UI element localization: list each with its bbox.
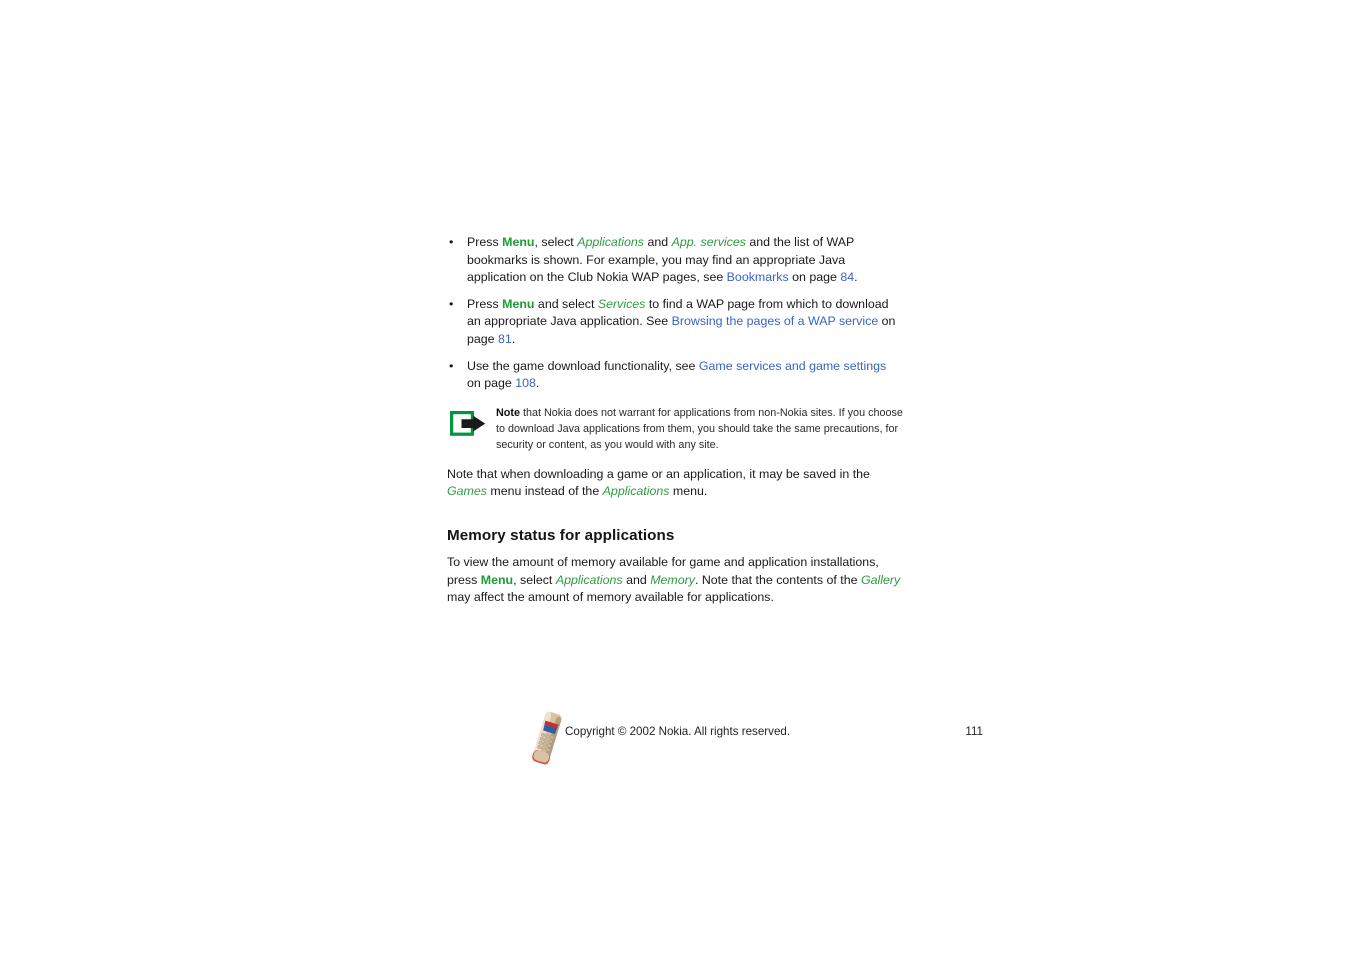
list-item-text: Use the game download functionality, see… [467, 359, 886, 391]
note-callout: Note that Nokia does not warrant for app… [447, 405, 903, 453]
page-footer: Copyright © 2002 Nokia. All rights reser… [447, 706, 983, 768]
list-item: • Use the game download functionality, s… [447, 358, 903, 393]
manual-page: • Press Menu, select Applications and Ap… [0, 0, 1351, 954]
text-run-text: may affect the amount of memory availabl… [447, 590, 774, 605]
text-run-text: , select [534, 235, 578, 249]
note-arrow-icon [450, 410, 488, 437]
text-run-term: Memory [650, 572, 695, 587]
list-item: • Press Menu and select Services to find… [447, 296, 903, 349]
page-number: 111 [965, 725, 983, 738]
text-run-text: and select [534, 296, 598, 311]
list-item-text: Press Menu, select Applications and App.… [467, 235, 858, 284]
text-run-text: Press [467, 235, 503, 249]
bullet-marker: • [449, 235, 454, 249]
text-run-text: on page [467, 376, 516, 391]
text-run-pagenum: 108 [515, 376, 536, 391]
list-item: • Press Menu, select Applications and Ap… [447, 234, 903, 287]
text-run-text: Note that when downloading a game or an … [447, 466, 870, 481]
text-run-xref: Game services and game settings [698, 358, 887, 373]
text-run-term: Applications [577, 235, 644, 249]
note-text: Note that Nokia does not warrant for app… [496, 405, 903, 453]
text-run-text: and [622, 572, 651, 587]
text-run-text: menu instead of the [486, 484, 603, 499]
text-run-key: Menu [480, 572, 514, 587]
text-run-text: . [854, 270, 858, 285]
text-run-text: Use the game download functionality, see [467, 358, 699, 373]
text-run-term: Services [597, 296, 646, 311]
text-run-text: Press [467, 296, 503, 311]
text-run-term: Gallery [860, 572, 901, 587]
bullet-marker: • [449, 358, 454, 373]
instruction-bullet-list: • Press Menu, select Applications and Ap… [447, 234, 903, 393]
list-item-text: Press Menu and select Services to find a… [467, 297, 895, 346]
text-run-text: . [535, 376, 540, 391]
text-run-term: Applications [555, 572, 623, 587]
text-run-text: menu. [669, 484, 708, 499]
text-run-xref: Browsing the pages of a WAP service [671, 314, 879, 329]
text-run-term: App. services [671, 235, 746, 249]
bullet-marker: • [449, 296, 454, 311]
text-run-pagenum: 84 [840, 270, 855, 285]
text-run-xref: Bookmarks [726, 270, 789, 285]
note-label: Note [496, 406, 520, 419]
text-run-text: , select [513, 572, 556, 587]
section-heading: Memory status for applications [447, 526, 675, 544]
paragraph-download-location: Note that when downloading a game or an … [447, 466, 903, 501]
text-run-text: and [644, 235, 672, 249]
section-memory-status: Memory status for applications To view t… [447, 527, 903, 607]
text-run-text: . Note that the contents of the [694, 572, 861, 587]
text-run-pagenum: 81 [498, 331, 512, 346]
page-content: • Press Menu, select Applications and Ap… [447, 234, 903, 607]
note-body: that Nokia does not warrant for applicat… [496, 406, 903, 451]
text-run-text: on page [788, 270, 841, 285]
text-run-text: . [511, 331, 516, 346]
text-run-key: Menu [502, 296, 535, 311]
text-run-term: Games [447, 484, 487, 499]
section-paragraph: To view the amount of memory available f… [447, 554, 903, 607]
text-run-key: Menu [502, 235, 535, 249]
text-run-term: Applications [602, 484, 670, 499]
